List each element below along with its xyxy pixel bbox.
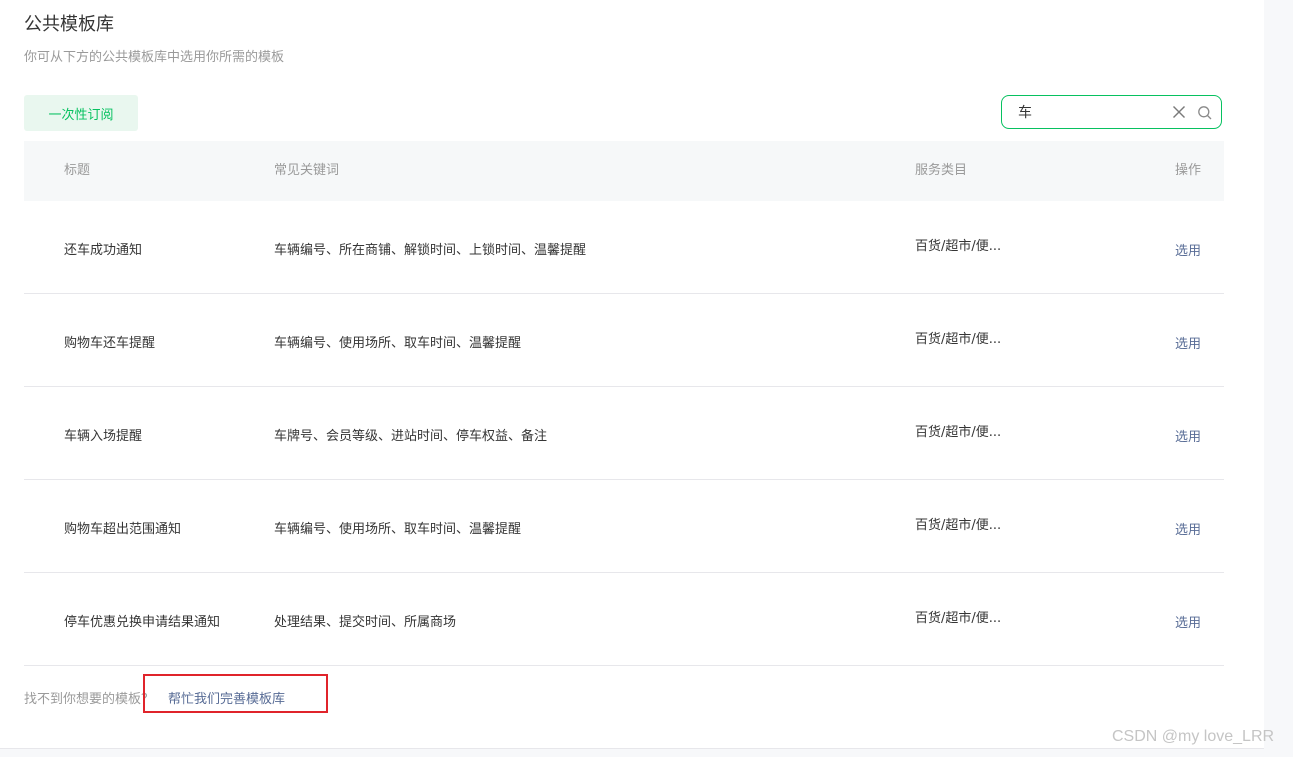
- row-keywords: 车辆编号、所在商铺、解锁时间、上锁时间、温馨提醒: [274, 243, 587, 258]
- row-keywords: 车辆编号、使用场所、取车时间、温馨提醒: [274, 336, 522, 351]
- row-category: 百货/超市/便...: [915, 425, 1002, 440]
- row-category: 百货/超市/便...: [915, 518, 1002, 533]
- header-action: 操作: [1175, 163, 1202, 178]
- template-library-page: 公共模板库 你可从下方的公共模板库中选用你所需的模板 一次性订阅 标题 常见关键…: [0, 0, 1293, 757]
- bottom-edge: [0, 748, 1264, 757]
- search-icon[interactable]: [1197, 105, 1213, 121]
- row-keywords: 处理结果、提交时间、所属商场: [274, 615, 457, 630]
- template-table: 标题 常见关键词 服务类目 操作 还车成功通知 车辆编号、所在商铺、解锁时间、上…: [24, 141, 1224, 666]
- select-template-link[interactable]: 选用: [1175, 333, 1201, 352]
- row-category: 百货/超市/便...: [915, 332, 1002, 347]
- header-category: 服务类目: [915, 163, 968, 178]
- page-title: 公共模板库: [24, 14, 114, 35]
- search-box[interactable]: [1001, 95, 1222, 129]
- select-template-link[interactable]: 选用: [1175, 240, 1201, 259]
- table-row: 购物车还车提醒 车辆编号、使用场所、取车时间、温馨提醒 百货/超市/便... 选…: [24, 294, 1224, 387]
- select-template-link[interactable]: 选用: [1175, 426, 1201, 445]
- row-keywords: 车牌号、会员等级、进站时间、停车权益、备注: [274, 429, 548, 444]
- header-title: 标题: [64, 163, 91, 178]
- header-keywords: 常见关键词: [274, 163, 340, 178]
- row-title: 购物车还车提醒: [64, 336, 156, 351]
- scroll-gutter[interactable]: [1264, 0, 1293, 757]
- table-row: 购物车超出范围通知 车辆编号、使用场所、取车时间、温馨提醒 百货/超市/便...…: [24, 480, 1224, 573]
- table-header: 标题 常见关键词 服务类目 操作: [24, 141, 1224, 201]
- watermark: CSDN @my love_LRR: [1112, 728, 1275, 745]
- row-category: 百货/超市/便...: [915, 239, 1002, 254]
- row-keywords: 车辆编号、使用场所、取车时间、温馨提醒: [274, 522, 522, 537]
- search-input[interactable]: [1018, 102, 1158, 122]
- select-template-link[interactable]: 选用: [1175, 612, 1201, 631]
- close-icon[interactable]: [1171, 104, 1187, 120]
- improve-library-link[interactable]: 帮忙我们完善模板库: [168, 688, 285, 707]
- one-time-subscribe-button[interactable]: 一次性订阅: [24, 95, 138, 131]
- table-row: 停车优惠兑换申请结果通知 处理结果、提交时间、所属商场 百货/超市/便... 选…: [24, 573, 1224, 666]
- page-subtitle: 你可从下方的公共模板库中选用你所需的模板: [24, 50, 285, 65]
- select-template-link[interactable]: 选用: [1175, 519, 1201, 538]
- row-category: 百货/超市/便...: [915, 611, 1002, 626]
- row-title: 车辆入场提醒: [64, 429, 143, 444]
- row-title: 还车成功通知: [64, 243, 143, 258]
- row-title: 停车优惠兑换申请结果通知: [64, 615, 221, 630]
- table-row: 车辆入场提醒 车牌号、会员等级、进站时间、停车权益、备注 百货/超市/便... …: [24, 387, 1224, 480]
- table-row: 还车成功通知 车辆编号、所在商铺、解锁时间、上锁时间、温馨提醒 百货/超市/便.…: [24, 201, 1224, 294]
- row-title: 购物车超出范围通知: [64, 522, 182, 537]
- footer-question: 找不到你想要的模板？: [24, 692, 155, 707]
